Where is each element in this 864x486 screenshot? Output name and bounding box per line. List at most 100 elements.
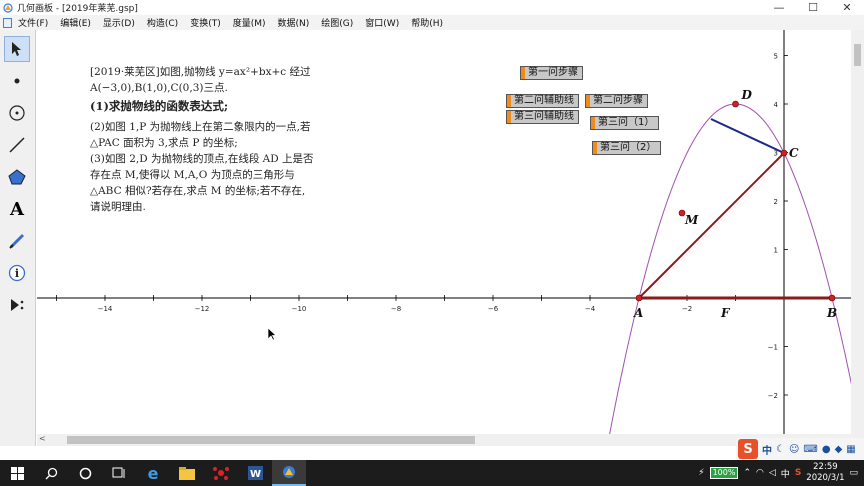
- info-icon: i: [8, 264, 26, 282]
- sogou-tray-icon[interactable]: S: [795, 468, 801, 478]
- system-tray: ⚡ 100% ⌃ ◠ ◁ 中 S 22:59 2020/3/1 ▭: [698, 460, 864, 486]
- x-tick-label: −6: [488, 305, 499, 313]
- polygon-icon: [8, 169, 26, 185]
- step3-1-button[interactable]: 第三问（1）: [590, 116, 660, 130]
- y-tick-label: −2: [768, 392, 778, 400]
- menu-help[interactable]: 帮助(H): [405, 16, 449, 29]
- aux2-button[interactable]: 第二问辅助线: [506, 94, 579, 108]
- menu-file[interactable]: 文件(F): [12, 16, 54, 29]
- x-tick-label: −4: [585, 305, 596, 313]
- menu-display[interactable]: 显示(D): [97, 16, 141, 29]
- question-2-line-1: (2)如图 1,P 为抛物线上在第二象限内的一点,若: [90, 121, 311, 133]
- volume-icon[interactable]: ◁: [769, 468, 776, 478]
- horizontal-scrollbar[interactable]: <: [37, 434, 851, 446]
- clock-time: 22:59: [813, 462, 838, 472]
- power-icon[interactable]: ⚡: [698, 468, 704, 478]
- arrow-icon: [12, 42, 21, 56]
- point-a: [635, 294, 643, 302]
- mic-icon[interactable]: ●: [822, 444, 831, 455]
- segment-icon: [9, 137, 25, 153]
- point-b: [828, 294, 836, 302]
- notification-icon[interactable]: ▭: [849, 468, 858, 478]
- chevron-up-icon[interactable]: ⌃: [743, 468, 751, 478]
- menu-edit[interactable]: 编辑(E): [54, 16, 97, 29]
- arrow-select-tool[interactable]: [4, 36, 30, 62]
- grid-icon[interactable]: ▦: [846, 444, 855, 455]
- minimize-button[interactable]: —: [762, 0, 796, 15]
- search-icon[interactable]: [34, 460, 68, 486]
- point-icon: [14, 78, 20, 84]
- menu-window[interactable]: 窗口(W): [359, 16, 405, 29]
- toolbox: A i: [0, 30, 36, 446]
- label-m: M: [684, 213, 699, 227]
- scroll-left-icon[interactable]: <: [39, 434, 46, 443]
- menu-data[interactable]: 数据(N): [272, 16, 316, 29]
- keyboard-icon[interactable]: ⌨: [803, 444, 817, 455]
- document-icon[interactable]: [3, 17, 12, 28]
- straightedge-tool[interactable]: [4, 132, 30, 158]
- start-icon[interactable]: [0, 460, 34, 486]
- y-tick-label: 5: [774, 53, 778, 61]
- title-bar: 几何画板 - [2019年莱芜.gsp] — ☐ ✕: [0, 0, 864, 15]
- marker-tool[interactable]: [4, 228, 30, 254]
- y-tick-label: 2: [774, 198, 778, 206]
- ime-toolbar: S 中 ☾ ☺ ⌨ ● ◆ ▦: [736, 438, 864, 460]
- ime-lang[interactable]: 中: [762, 442, 772, 457]
- clock-date: 2020/3/1: [806, 473, 845, 483]
- question-1: (1)求抛物线的函数表达式;: [90, 99, 229, 113]
- smile-icon[interactable]: ☺: [789, 444, 799, 455]
- compass-tool[interactable]: [4, 100, 30, 126]
- problem-line-1: [2019·莱芜区]如图,抛物线 y=ax²+bx+c 经过: [90, 66, 311, 78]
- horizontal-scroll-thumb[interactable]: [67, 436, 475, 444]
- cortana-icon[interactable]: [68, 460, 102, 486]
- step2-button[interactable]: 第二问步骤: [585, 94, 648, 108]
- word-icon[interactable]: W: [238, 460, 272, 486]
- close-button[interactable]: ✕: [830, 0, 864, 15]
- menu-construct[interactable]: 构造(C): [141, 16, 184, 29]
- label-a: A: [633, 306, 643, 320]
- step3-2-button[interactable]: 第三问（2）: [592, 141, 662, 155]
- aux3-button[interactable]: 第三问辅助线: [506, 110, 579, 124]
- custom-tool[interactable]: [4, 292, 30, 318]
- tray-lang[interactable]: 中: [781, 467, 790, 480]
- question-3-line-3: △ABC 相似?若存在,求点 M 的坐标;若不存在,: [90, 185, 306, 197]
- x-tick-label: −2: [682, 305, 692, 313]
- step1-button[interactable]: 第一问步骤: [520, 66, 583, 80]
- mindmap-icon[interactable]: [204, 460, 238, 486]
- x-tick-label: −8: [391, 305, 401, 313]
- clock[interactable]: 22:59 2020/3/1: [806, 462, 844, 484]
- label-f: F: [720, 306, 731, 320]
- sogou-logo-icon[interactable]: S: [738, 439, 758, 459]
- vertical-scroll-thumb[interactable]: [854, 44, 861, 66]
- wifi-icon[interactable]: ◠: [756, 468, 764, 478]
- x-tick-label: −10: [292, 305, 307, 313]
- window-title: 几何画板 - [2019年莱芜.gsp]: [17, 4, 138, 14]
- vertical-scrollbar[interactable]: [851, 30, 864, 446]
- circle-icon: [9, 105, 25, 121]
- custom-tool-icon: [11, 299, 24, 311]
- sketch-canvas[interactable]: −14 −12 −10 −8 −6 −4 −2 5 4 3 2 1 −1 −2 A B C D F M [2019·莱…: [37, 30, 851, 434]
- point-tool[interactable]: [4, 68, 30, 94]
- menu-transform[interactable]: 变换(T): [184, 16, 227, 29]
- question-3-line-1: (3)如图 2,D 为抛物线的顶点,在线段 AD 上是否: [90, 153, 314, 165]
- mouse-cursor-icon: [267, 327, 277, 341]
- moon-icon[interactable]: ☾: [776, 444, 785, 455]
- skin-icon[interactable]: ◆: [835, 444, 843, 455]
- geometer-taskbar-icon[interactable]: [272, 460, 306, 486]
- edge-icon[interactable]: e: [136, 460, 170, 486]
- menu-measure[interactable]: 度量(M): [227, 16, 272, 29]
- explorer-icon[interactable]: [170, 460, 204, 486]
- taskview-icon[interactable]: [102, 460, 136, 486]
- maximize-button[interactable]: ☐: [796, 0, 830, 15]
- text-tool[interactable]: A: [4, 196, 30, 222]
- label-b: B: [826, 306, 837, 320]
- text-icon: A: [10, 198, 24, 220]
- point-d: [732, 100, 739, 108]
- geometer-app-icon: [3, 2, 13, 13]
- polygon-tool[interactable]: [4, 164, 30, 190]
- svg-text:i: i: [15, 267, 19, 280]
- y-tick-label: −1: [768, 344, 778, 352]
- menu-graph[interactable]: 绘图(G): [315, 16, 359, 29]
- battery-indicator[interactable]: 100%: [709, 467, 739, 479]
- info-tool[interactable]: i: [4, 260, 30, 286]
